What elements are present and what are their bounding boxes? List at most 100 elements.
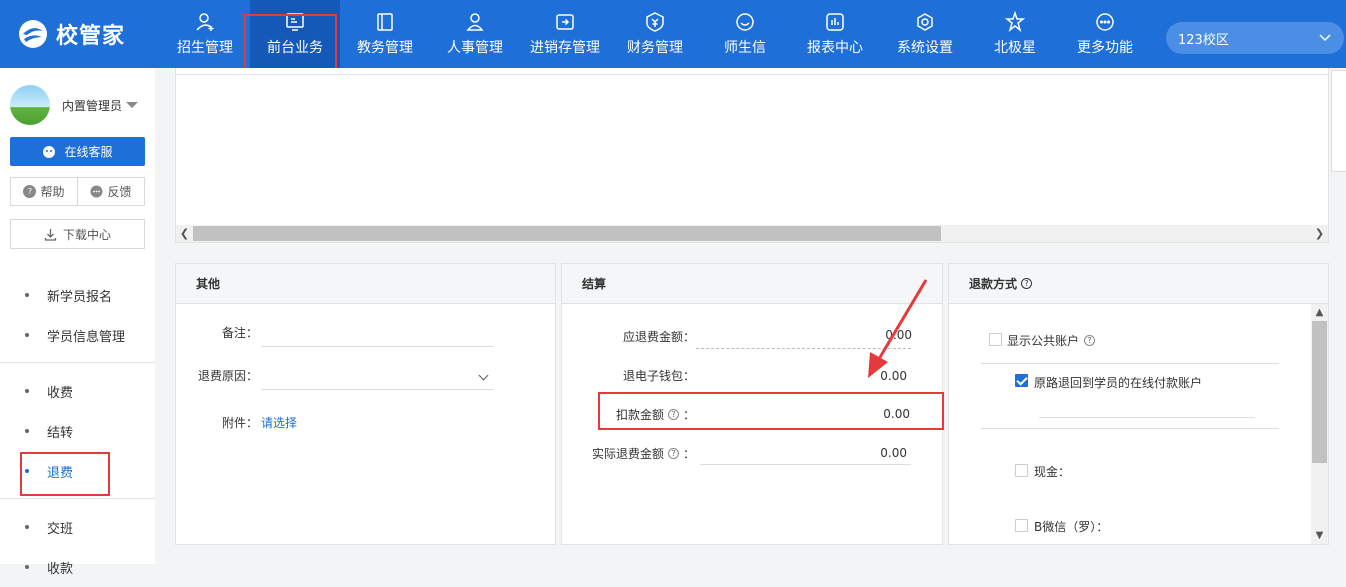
- scroll-thumb[interactable]: [1312, 321, 1327, 463]
- sidebar-item-charge[interactable]: 收费: [0, 371, 155, 411]
- bullet-icon: [25, 429, 29, 433]
- nav-label: 前台业务: [267, 40, 323, 56]
- menu-label: 退费: [47, 465, 74, 481]
- online-return-label: 原路退回到学员的在线付款账户: [1034, 376, 1203, 390]
- gear-icon: [917, 13, 933, 31]
- wechat-label: B微信（罗）：: [1034, 520, 1109, 534]
- attachment-label: 附件：: [221, 416, 258, 430]
- monitor-icon: [286, 13, 304, 31]
- online-return-underline: [1039, 417, 1255, 418]
- nav-label: 系统设置: [897, 40, 953, 56]
- chevron-down-icon: [1319, 34, 1331, 42]
- bullet-icon: [25, 469, 29, 473]
- nav-item-front-desk[interactable]: 前台业务: [250, 0, 340, 68]
- chat-icon: [736, 13, 754, 31]
- scroll-down-icon[interactable]: ▼: [1311, 527, 1328, 544]
- chevron-down-icon[interactable]: [478, 370, 489, 381]
- sidebar-item-handover[interactable]: 交班: [0, 507, 155, 547]
- help-icon[interactable]: ?: [667, 409, 679, 420]
- actual-label-text: 实际退费金额: [591, 447, 664, 461]
- nav-item-reports[interactable]: 报表中心: [790, 0, 880, 68]
- divider: [981, 428, 1279, 429]
- nav-item-settings[interactable]: 系统设置: [880, 0, 970, 68]
- logo-icon: [19, 20, 47, 48]
- nav-label: 招生管理: [177, 40, 233, 56]
- nav-item-messaging[interactable]: 师生信: [700, 0, 790, 68]
- scroll-right-icon[interactable]: ❯: [1311, 225, 1328, 242]
- nav-item-academic[interactable]: 教务管理: [340, 0, 430, 68]
- bullet-icon: [25, 389, 29, 393]
- actual-refund-label: 实际退费金额 ? ：: [582, 445, 695, 462]
- refund-reason-label: 退费原因：: [197, 369, 258, 383]
- menu-divider: [0, 498, 155, 499]
- nav-label: 财务管理: [627, 40, 683, 56]
- user-name: 内置管理员: [62, 98, 123, 113]
- nav-item-polaris[interactable]: 北极星: [970, 0, 1060, 68]
- online-service-button[interactable]: 在线客服: [10, 137, 145, 166]
- remark-input[interactable]: [261, 346, 493, 347]
- book-icon: [377, 13, 393, 31]
- app-logo[interactable]: 校管家: [18, 18, 125, 50]
- actual-refund-underline: [700, 464, 911, 465]
- nav-item-more[interactable]: 更多功能: [1060, 0, 1150, 68]
- scroll-left-icon[interactable]: ❮: [176, 225, 193, 242]
- sidebar-item-transfer[interactable]: 结转: [0, 411, 155, 451]
- panel-title: 其他: [176, 264, 555, 304]
- public-account-label: 显示公共账户 ?: [1007, 332, 1096, 349]
- cash-label: 现金：: [1034, 465, 1071, 479]
- help-icon[interactable]: ?: [667, 448, 679, 459]
- sidebar-item-new-student[interactable]: 新学员报名: [0, 275, 155, 315]
- sidebar-item-refund[interactable]: 退费: [0, 451, 155, 491]
- online-return-checkbox[interactable]: [1015, 374, 1028, 387]
- scroll-up-icon[interactable]: ▲: [1311, 304, 1328, 321]
- attachment-select-link[interactable]: 请选择: [261, 414, 297, 431]
- cash-checkbox[interactable]: [1015, 464, 1028, 477]
- campus-label: 123校区: [1178, 32, 1229, 48]
- bullet-icon: [25, 525, 29, 529]
- chart-icon: [826, 13, 844, 31]
- help-label: 帮助: [40, 185, 65, 199]
- nav-item-inventory[interactable]: 进销存管理: [520, 0, 610, 68]
- top-nav-bar: 校管家 招生管理 前台业务 教务管理 人事管理 进销存管理 财务管理 师生信 报…: [0, 0, 1346, 68]
- download-center-button[interactable]: 下载中心: [10, 219, 145, 249]
- horizontal-scrollbar[interactable]: ❮ ❯: [176, 225, 1328, 242]
- nav-item-finance[interactable]: 财务管理: [610, 0, 700, 68]
- table-divider: [176, 74, 1328, 75]
- deduct-amount-input[interactable]: 0.00: [840, 407, 910, 421]
- refund-reason-select[interactable]: [261, 389, 493, 390]
- menu-label: 结转: [47, 425, 74, 441]
- other-panel: 其他 备注： 退费原因： 附件： 请选择: [175, 263, 556, 545]
- panel-title-text: 结算: [582, 277, 607, 291]
- menu-divider: [0, 362, 155, 363]
- sidebar-item-student-info[interactable]: 学员信息管理: [0, 315, 155, 355]
- panel-title-text: 其他: [196, 277, 221, 291]
- help-icon[interactable]: ?: [1084, 335, 1096, 346]
- menu-label: 收费: [47, 385, 74, 401]
- due-refund-label: 应退费金额：: [622, 330, 695, 344]
- nav-label: 进销存管理: [530, 40, 600, 56]
- bullet-icon: [25, 565, 29, 569]
- vertical-scrollbar[interactable]: ▲ ▼: [1311, 304, 1328, 544]
- public-account-checkbox[interactable]: [989, 333, 1002, 346]
- wechat-checkbox[interactable]: [1015, 519, 1028, 532]
- feedback-button[interactable]: 反馈: [77, 178, 144, 205]
- remark-label: 备注：: [221, 326, 258, 340]
- nav-item-enrollment[interactable]: 招生管理: [160, 0, 250, 68]
- side-drawer-tab[interactable]: [1331, 70, 1346, 172]
- help-icon[interactable]: ?: [1021, 278, 1033, 289]
- user-menu[interactable]: 内置管理员: [10, 85, 139, 125]
- divider: [981, 363, 1279, 364]
- nav-label: 更多功能: [1077, 40, 1133, 56]
- bullet-icon: [25, 333, 29, 337]
- campus-selector[interactable]: 123校区: [1166, 22, 1344, 54]
- annotation-arrow-icon: [868, 279, 928, 378]
- nav-label: 人事管理: [447, 40, 503, 56]
- public-account-text: 显示公共账户: [1007, 334, 1080, 348]
- caret-down-icon: [126, 102, 139, 108]
- table-area: ❮ ❯: [175, 68, 1329, 243]
- scroll-thumb[interactable]: [193, 226, 941, 241]
- nav-item-hr[interactable]: 人事管理: [430, 0, 520, 68]
- sidebar-item-receipt[interactable]: 收款: [0, 547, 155, 587]
- help-button[interactable]: ? 帮助: [11, 178, 77, 205]
- wallet-refund-label: 退电子钱包：: [622, 369, 695, 383]
